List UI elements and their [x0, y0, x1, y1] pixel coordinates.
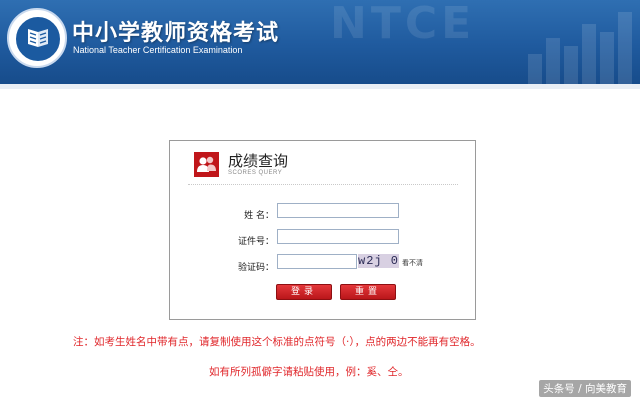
book-icon	[28, 29, 48, 47]
captcha-image[interactable]: w2j 0	[358, 254, 399, 268]
score-query-panel: 成绩查询 SCORES QUERY 姓 名： 证件号： 验证码： w2j 0 看…	[169, 140, 476, 320]
header-divider	[0, 84, 640, 89]
panel-subtitle: SCORES QUERY	[228, 170, 283, 176]
login-button[interactable]: 登录	[276, 284, 332, 300]
name-label: 姓 名：	[244, 211, 274, 221]
id-number-input[interactable]	[277, 229, 399, 244]
site-subtitle: National Teacher Certification Examinati…	[73, 45, 243, 55]
captcha-refresh-link[interactable]: 看不清	[402, 258, 423, 268]
header-decoration	[522, 0, 632, 84]
panel-title: 成绩查询	[228, 152, 289, 170]
source-watermark: 头条号 / 向美教育	[539, 380, 631, 397]
note-dot-symbol: 注：如考生姓名中带有点，请复制使用这个标准的点符号（·），点的两边不能再有空格。	[73, 336, 481, 348]
user-group-icon	[194, 152, 219, 177]
header-watermark: NTCE	[330, 0, 476, 49]
id-number-label: 证件号：	[237, 237, 274, 247]
ntce-logo	[7, 8, 67, 68]
note-rare-characters: 如有所列孤僻字请粘贴使用，例：奚、仝。	[209, 366, 409, 378]
panel-divider	[188, 184, 458, 185]
reset-button[interactable]: 重置	[340, 284, 396, 300]
captcha-label: 验证码：	[237, 263, 274, 273]
name-input[interactable]	[277, 203, 399, 218]
site-header: NTCE 中小学教师资格考试 National Teacher Certific…	[0, 0, 640, 84]
captcha-input[interactable]	[277, 254, 357, 269]
site-title: 中小学教师资格考试	[72, 21, 280, 46]
